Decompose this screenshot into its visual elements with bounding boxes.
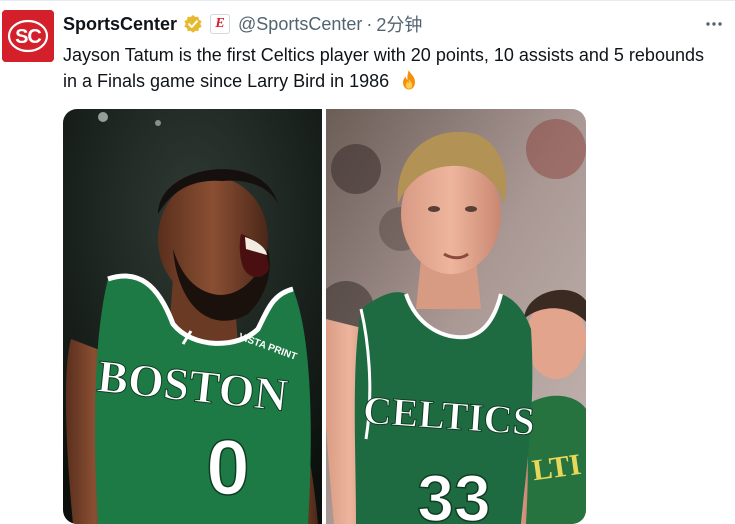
timestamp[interactable]: 2分钟 [376,11,422,37]
separator-dot: · [366,13,373,34]
tweet-header: SportsCenter E @SportsCenter · 2分钟 [63,12,422,36]
verified-badge-icon[interactable] [183,14,203,34]
svg-text:SC: SC [15,26,41,48]
affiliate-badge-icon[interactable]: E [210,14,231,34]
fire-icon [398,69,420,98]
jersey-text-partial: LTI [530,448,583,487]
photo-larry-bird[interactable]: LTI CELTICS 33 [326,109,586,524]
more-horizontal-icon [706,22,722,26]
jersey-number-0: 0 [206,423,249,511]
top-divider [0,0,735,1]
media-card[interactable]: VISTA PRINT BOSTON 0 LTI CELTICS 33 [63,109,586,524]
tweet-body: Jayson Tatum is the first Celtics player… [63,45,704,91]
photo-jayson-tatum[interactable]: VISTA PRINT BOSTON 0 [63,109,322,524]
tweet-text: Jayson Tatum is the first Celtics player… [63,42,713,98]
affiliate-badge-letter: E [215,16,225,31]
user-handle[interactable]: @SportsCenter [238,14,362,35]
sportscenter-logo-icon: SC [2,10,54,62]
display-name[interactable]: SportsCenter [63,14,177,35]
avatar[interactable]: SC [2,10,54,62]
jersey-number-33: 33 [417,461,490,524]
more-options-button[interactable] [703,13,725,35]
